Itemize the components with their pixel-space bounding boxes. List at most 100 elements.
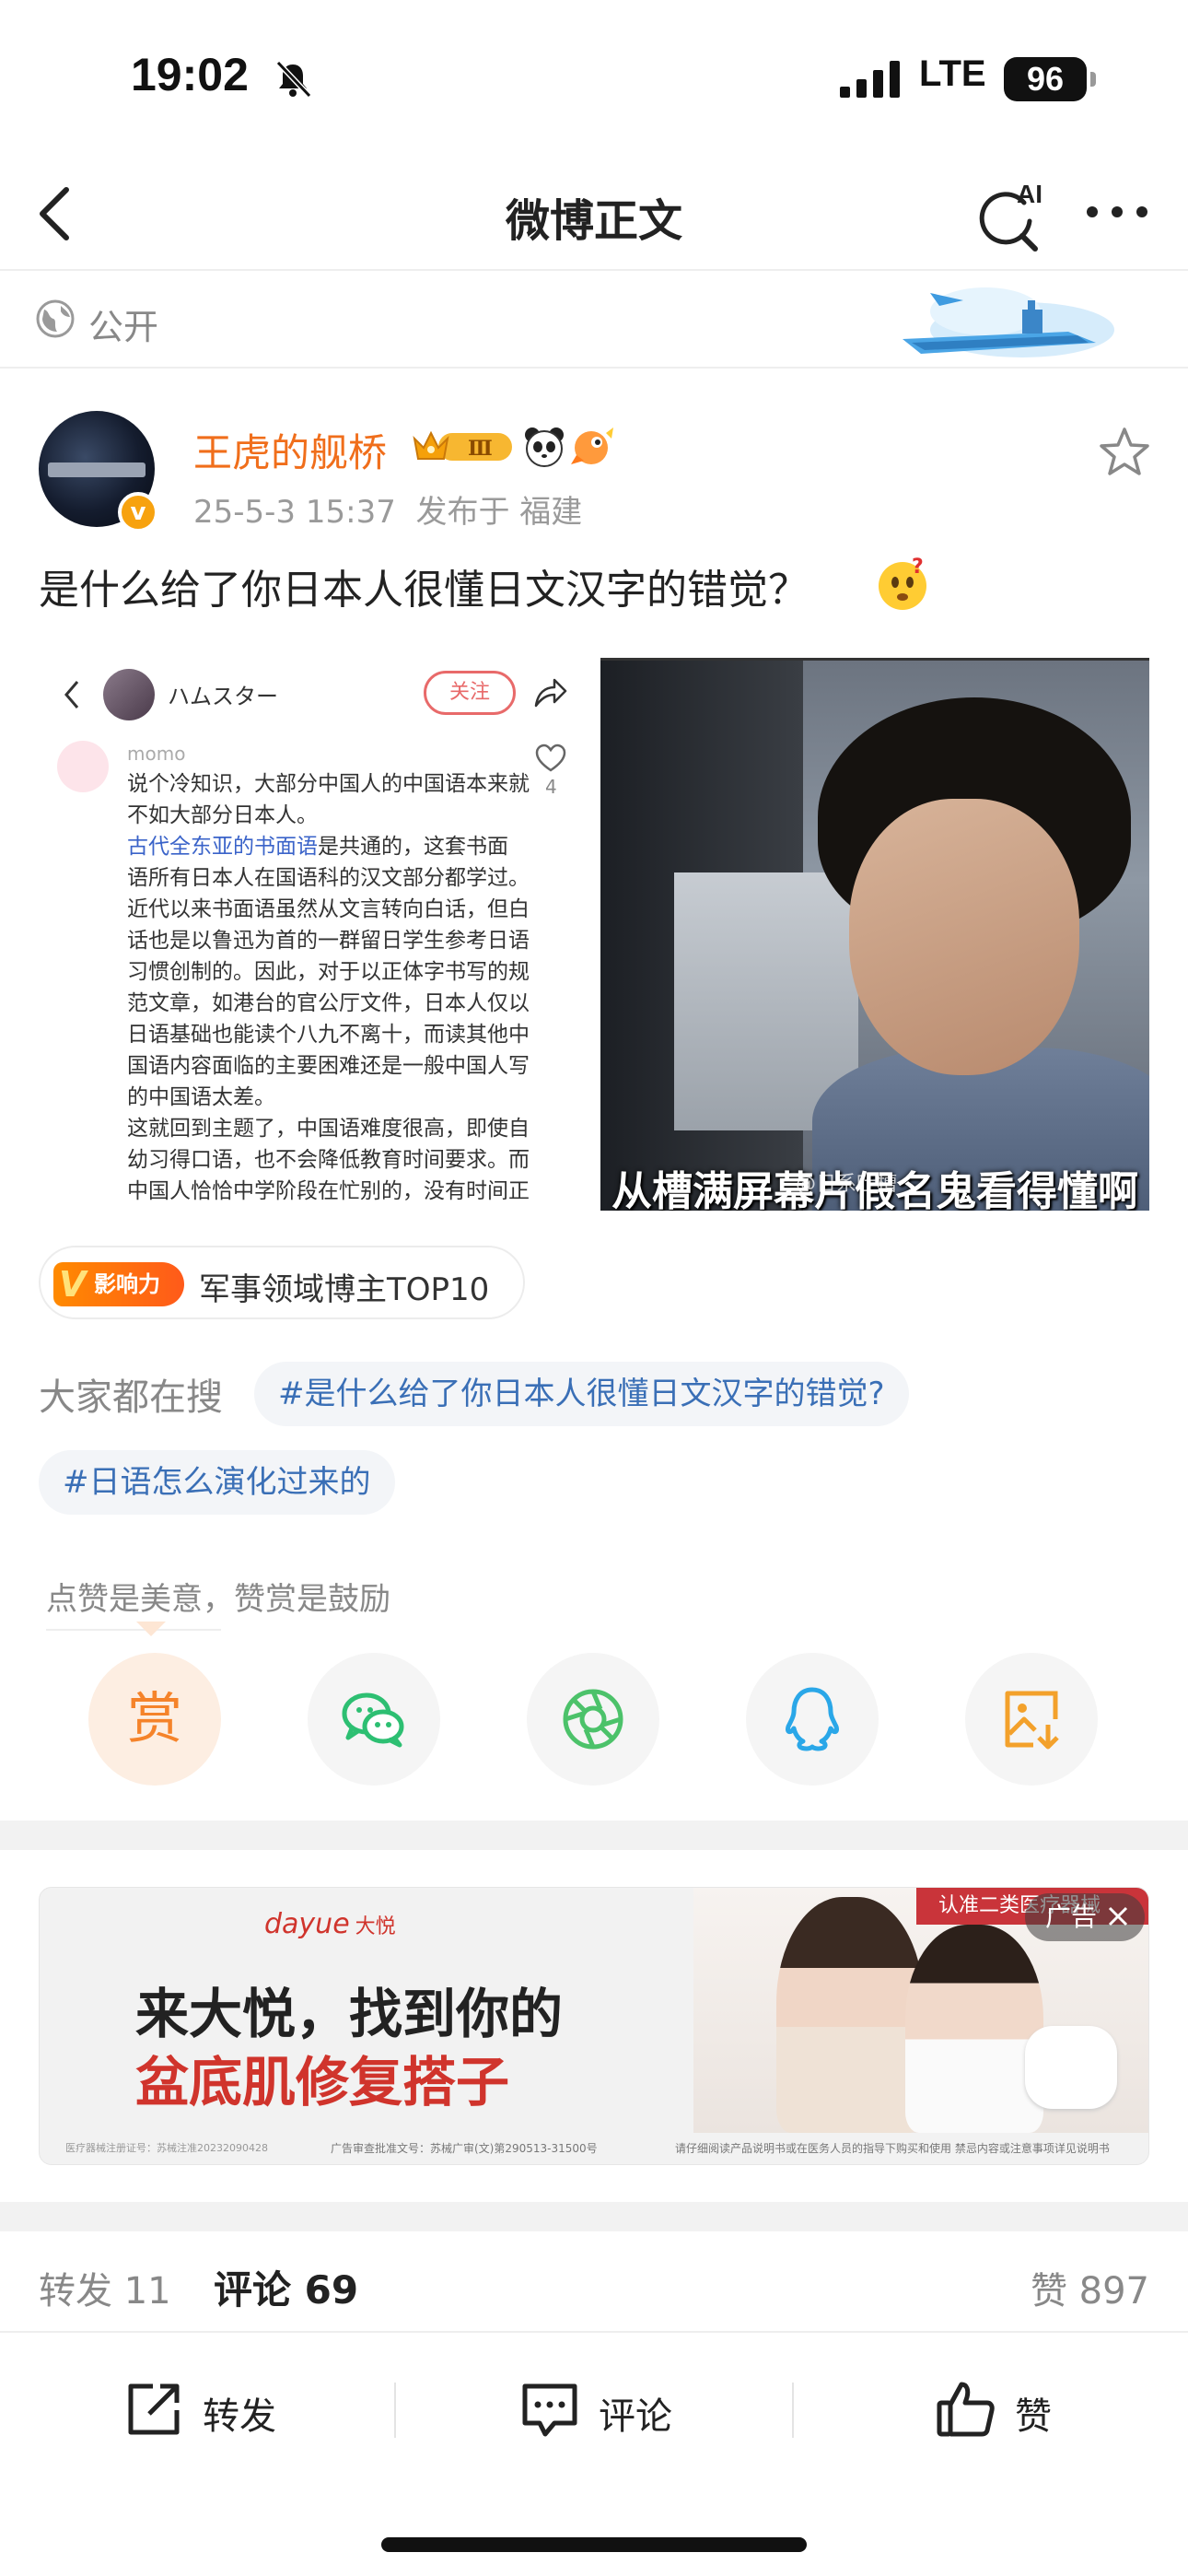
comment-label: 评论 [599, 2395, 672, 2438]
action-divider [792, 2383, 794, 2438]
globe-icon [36, 299, 75, 338]
mini-highlight-link: 古代全东亚的书面语 [127, 835, 318, 859]
trending-search-label: 大家都在搜 [39, 1376, 223, 1419]
ad-brand-cn: 大悦 [355, 1915, 396, 1938]
meme-face [849, 799, 1079, 1075]
ad-subheadline: 盆底肌修复搭子 [135, 2051, 510, 2113]
reward-icon: 赏 [127, 1687, 182, 1751]
bell-muted-icon [275, 60, 312, 99]
mini-line: 古代全东亚的书面语是共通的，这套书面 [127, 831, 549, 862]
visibility-row: 公开 [0, 273, 1188, 369]
repost-icon [128, 2383, 180, 2435]
mini-line: 中国人恰恰中学阶段在忙别的，没有时间正 [127, 1179, 530, 1203]
section-divider [0, 1821, 1188, 1850]
mini-user-avatar [103, 669, 155, 720]
mini-line: 国语内容面临的主要困难还是一般中国人写 [127, 1054, 530, 1078]
nav-bar: 微博正文 AI [0, 157, 1188, 271]
post-image-screenshot[interactable]: ハムスター 关注 momo 4 说个冷知识，大部分中国人的中国语本来就 不如大部… [39, 658, 580, 1211]
moments-icon [563, 1689, 623, 1750]
mini-line: 不如大部分日本人。 [127, 803, 318, 827]
ad-brand: dayue 大悦 [264, 1908, 396, 1940]
save-image-button[interactable] [965, 1653, 1098, 1786]
like-count-tab[interactable]: 赞 897 [1031, 2261, 1149, 2314]
ad-device [1025, 2026, 1117, 2109]
ad-fine-print: 广告审查批准文号：苏械广审(文)第290513-31500号 [331, 2142, 598, 2155]
reward-button[interactable]: 赏 [88, 1653, 221, 1786]
network-type: LTE [919, 53, 986, 94]
home-indicator[interactable] [381, 2537, 807, 2552]
member-level-badge-icon[interactable]: Ⅲ [411, 426, 518, 468]
ad-model-2 [905, 1925, 1043, 2133]
mini-line: 说个冷知识，大部分中国人的中国语本来就 [127, 772, 530, 796]
ad-fine-print: 医疗器械注册证号：苏械注准20232090428 [65, 2142, 268, 2154]
meme-watermark: @日系吐槽 [796, 1173, 898, 1196]
ad-brand-latin: dayue [264, 1908, 350, 1940]
panda-badge-icon[interactable] [521, 424, 567, 470]
mini-line: 日语基础也能读个八九不离十，而读其他中 [127, 1023, 530, 1047]
wechat-icon [342, 1692, 404, 1748]
post-timestamp: 25-5-3 15:37 [193, 494, 396, 531]
mini-back-chevron-icon [64, 681, 79, 708]
verified-badge-icon: v [118, 492, 158, 533]
status-bar: 19:02 LTE 96 [0, 0, 1188, 157]
section-divider [0, 2202, 1188, 2231]
avatar-ship-silhouette [48, 463, 146, 477]
engagement-counts: 转发 11 评论 69 赞 897 [0, 2231, 1188, 2333]
author-name[interactable]: 王虎的舰桥 [193, 422, 387, 478]
hint-underline [46, 1629, 221, 1631]
influence-badge-icon: V 影响力 [53, 1262, 184, 1306]
ad-banner[interactable]: dayue 大悦 来大悦，找到你的 盆底肌修复搭子 医疗器械注册证号：苏械注准20… [39, 1887, 1149, 2165]
mini-commenter-name: momo [127, 743, 186, 765]
battery-tip [1090, 72, 1096, 87]
ad-fine-print: 请仔细阅读产品说明书或在医务人员的指导下购买和使用 禁忌内容或注意事项详见说明书 [675, 2142, 1110, 2155]
mini-line: 近代以来书面语虽然从文言转向白话，但白 [127, 897, 530, 921]
share-qq-button[interactable] [746, 1653, 879, 1786]
ai-search-icon[interactable]: AI [976, 175, 1050, 254]
ai-label: AI [1017, 180, 1042, 208]
post-location: 发布于 福建 [415, 494, 583, 531]
mini-line: 的中国语太差。 [127, 1085, 275, 1109]
mini-line-tail: 是共通的，这套书面 [318, 835, 508, 859]
mini-line: 习惯创制的。因此，对于以正体字书写的规 [127, 960, 530, 984]
hint-arrow [136, 1622, 166, 1636]
thumbs-up-icon [937, 2382, 995, 2437]
action-bar: 转发 评论 赞 [0, 2335, 1188, 2482]
post-image-meme[interactable]: 从槽满屏幕片假名鬼看得懂啊 @日系吐槽 [600, 658, 1149, 1211]
svg-text:?: ? [912, 556, 924, 579]
mini-follow-button: 关注 [424, 671, 516, 715]
action-divider [394, 2383, 396, 2438]
post-meta: 25-5-3 15:37 发布于 福建 [193, 486, 582, 532]
influence-text: 军事领域博主TOP10 [199, 1271, 490, 1308]
favorite-star-icon[interactable] [1098, 426, 1151, 477]
topic-chip[interactable]: #是什么给了你日本人很懂日文汉字的错觉? [254, 1362, 909, 1426]
mini-line: 范文章，如港台的官公厅文件，日本人仅以 [127, 991, 530, 1015]
visibility-label: 公开 [88, 307, 159, 347]
reward-hint: 点赞是美意，赞赏是鼓励 [46, 1581, 390, 1618]
ad-headline: 来大悦，找到你的 [135, 1983, 564, 2045]
mini-username: ハムスター [168, 684, 278, 709]
influence-v: V [59, 1264, 87, 1305]
battery-icon: 96 [1004, 57, 1087, 101]
aircraft-carrier-illustration [903, 287, 1114, 357]
cellular-signal-icon [840, 61, 900, 98]
mini-share-icon [534, 678, 567, 708]
more-options-icon[interactable] [1083, 193, 1151, 230]
thinking-emoji-icon: ? [879, 556, 926, 610]
share-wechat-button[interactable] [308, 1653, 440, 1786]
influence-badge-label: 影响力 [94, 1271, 160, 1297]
influence-tag[interactable]: V 影响力 军事领域博主TOP10 [39, 1246, 525, 1319]
status-time: 19:02 [131, 49, 249, 100]
close-icon[interactable] [1104, 1903, 1132, 1930]
like-label: 赞 [1015, 2395, 1052, 2438]
ad-label-text: 广告 [1045, 1902, 1098, 1932]
comment-count-tab[interactable]: 评论 69 [214, 2259, 358, 2315]
topic-chip[interactable]: #日语怎么演化过来的 [39, 1450, 395, 1515]
qq-icon [786, 1687, 839, 1751]
repost-count-tab[interactable]: 转发 11 [39, 2261, 171, 2314]
fish-badge-icon[interactable] [569, 424, 615, 470]
mini-line: 语所有日本人在国语科的汉文部分都学过。 [127, 866, 530, 890]
mini-line: 幼习得口语，也不会降低教育时间要求。而 [127, 1148, 530, 1172]
save-image-icon [1005, 1691, 1059, 1750]
share-moments-button[interactable] [527, 1653, 659, 1786]
mini-commenter-avatar [57, 741, 109, 792]
